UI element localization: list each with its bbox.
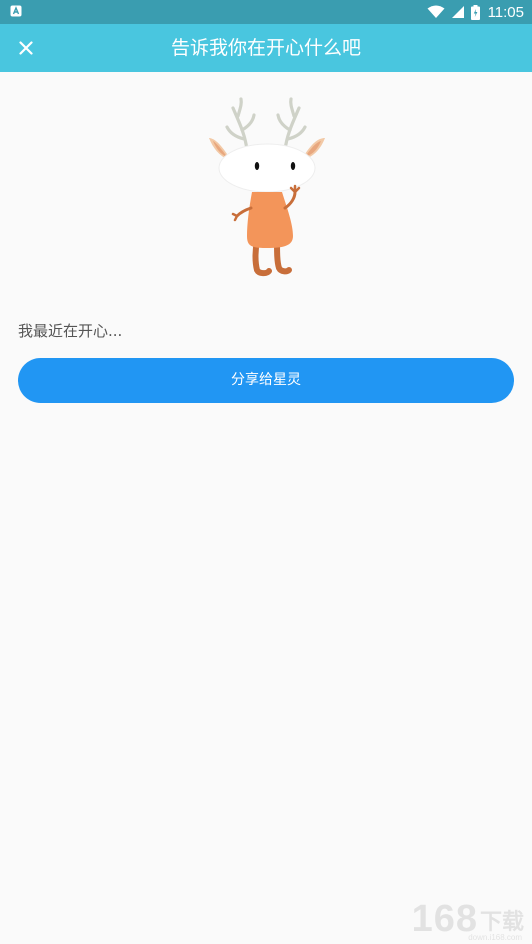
happy-prompt-text: 我最近在开心... <box>18 322 123 340</box>
app-bar: 告诉我你在开心什么吧 <box>0 24 532 72</box>
watermark-domain: down.i168.com <box>468 933 522 942</box>
status-time: 11:05 <box>487 3 524 21</box>
deer-mascot-illustration <box>209 97 325 277</box>
battery-icon <box>470 4 480 20</box>
wifi-icon <box>427 5 445 18</box>
watermark-logo: 168 下载 down.i168.com <box>412 900 524 942</box>
notification-icon <box>10 5 22 17</box>
status-icons: 11:05 <box>427 0 524 24</box>
signal-icon <box>451 6 464 18</box>
share-to-xingling-button[interactable]: 分享给星灵 <box>18 358 514 403</box>
page-title: 告诉我你在开心什么吧 <box>170 37 361 59</box>
status-bar: 11:05 <box>0 0 532 24</box>
